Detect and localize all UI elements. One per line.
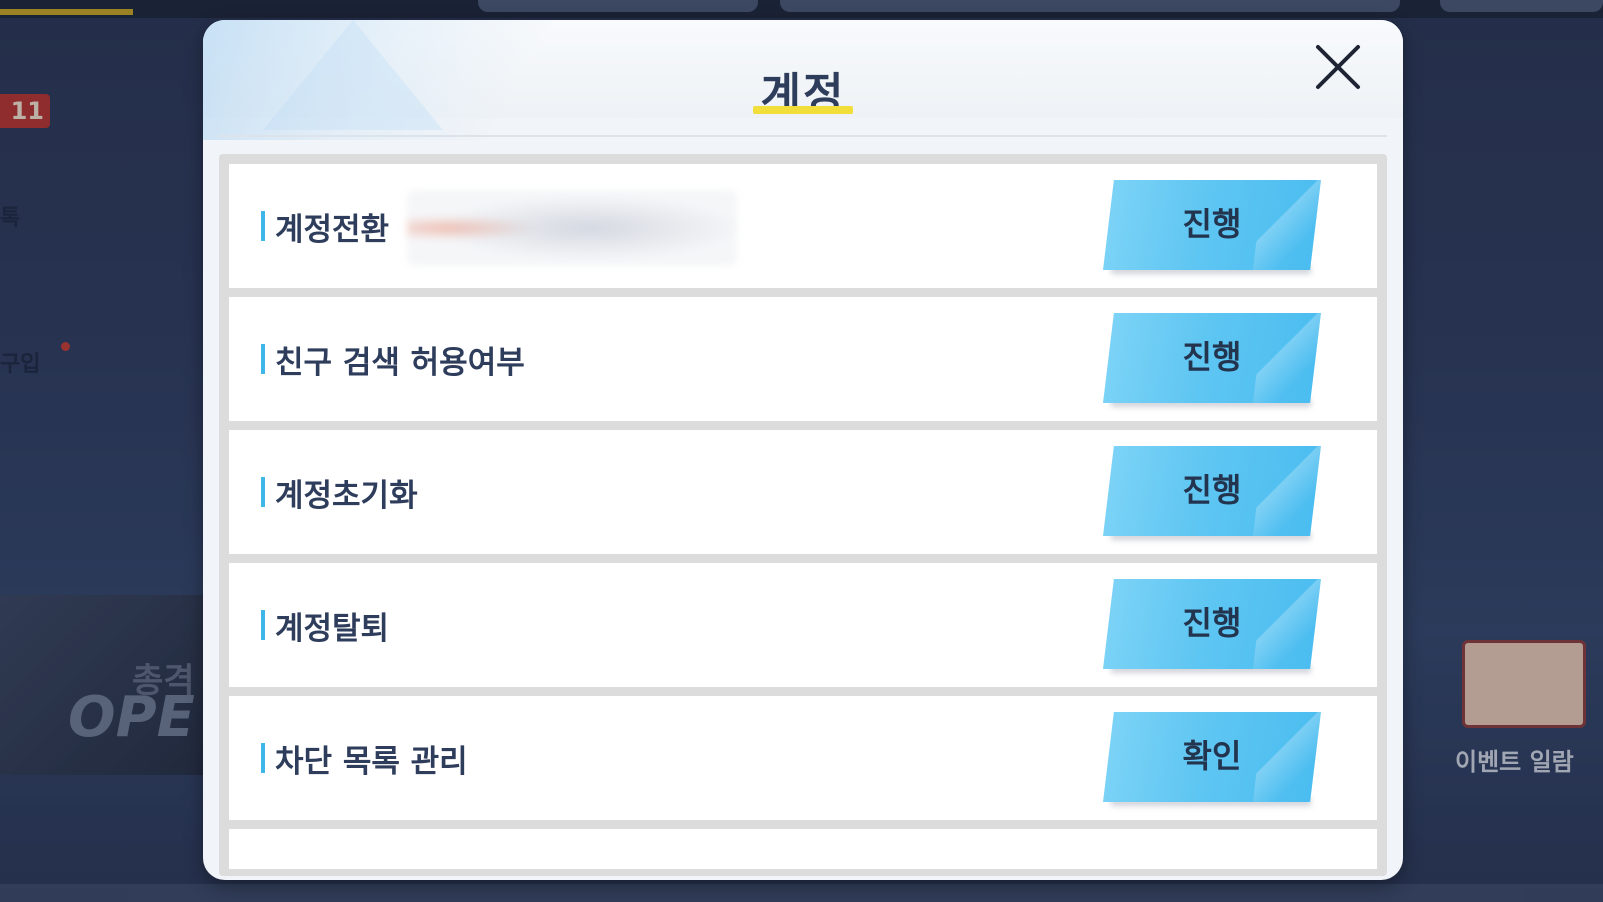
proceed-button[interactable]: 진행: [1103, 579, 1323, 673]
close-icon: [1316, 45, 1360, 89]
list-item-reset-account: 계정초기화 진행: [229, 430, 1377, 554]
confirm-button[interactable]: 확인: [1103, 712, 1323, 806]
list-item-friend-search: 친구 검색 허용여부 진행: [229, 297, 1377, 421]
proceed-button[interactable]: 진행: [1103, 180, 1323, 274]
settings-list[interactable]: 계정전환 진행 친구 검색 허용여부 진행 계정초기화 진행 계정탈퇴 진행 차…: [219, 154, 1387, 876]
title-underline: [753, 106, 853, 114]
row-marker: [261, 211, 265, 241]
row-marker: [261, 743, 265, 773]
button-label: 진행: [1182, 604, 1242, 642]
row-label: 계정초기화: [275, 477, 418, 514]
row-label: 계정전환: [275, 211, 390, 248]
button-label: 진행: [1182, 205, 1242, 243]
list-item-switch-account: 계정전환 진행: [229, 164, 1377, 288]
list-item-delete-account: 계정탈퇴 진행: [229, 563, 1377, 687]
row-marker: [261, 610, 265, 640]
blurred-account-info: [407, 190, 737, 266]
row-label: 계정탈퇴: [275, 610, 390, 647]
account-dialog: 계정 계정전환 진행 친구 검색 허용여부 진행 계정초기화 진행 계정탈퇴 진…: [203, 20, 1403, 880]
row-label: 친구 검색 허용여부: [275, 344, 525, 381]
list-item-partial: [229, 829, 1377, 869]
dialog-header: 계정: [203, 20, 1403, 140]
proceed-button[interactable]: 진행: [1103, 313, 1323, 407]
divider: [219, 135, 1387, 137]
game-screen: 11 톡 구입 총격 OPE 이벤트 일람 계정 계정전환 진행 친구 검색 허…: [0, 0, 1603, 902]
close-button[interactable]: [1313, 42, 1363, 92]
row-marker: [261, 477, 265, 507]
button-label: 진행: [1182, 338, 1242, 376]
proceed-button[interactable]: 진행: [1103, 446, 1323, 540]
list-item-block-list: 차단 목록 관리 확인: [229, 696, 1377, 820]
row-label: 차단 목록 관리: [275, 743, 468, 780]
row-marker: [261, 344, 265, 374]
button-label: 확인: [1182, 737, 1242, 775]
button-label: 진행: [1182, 471, 1242, 509]
